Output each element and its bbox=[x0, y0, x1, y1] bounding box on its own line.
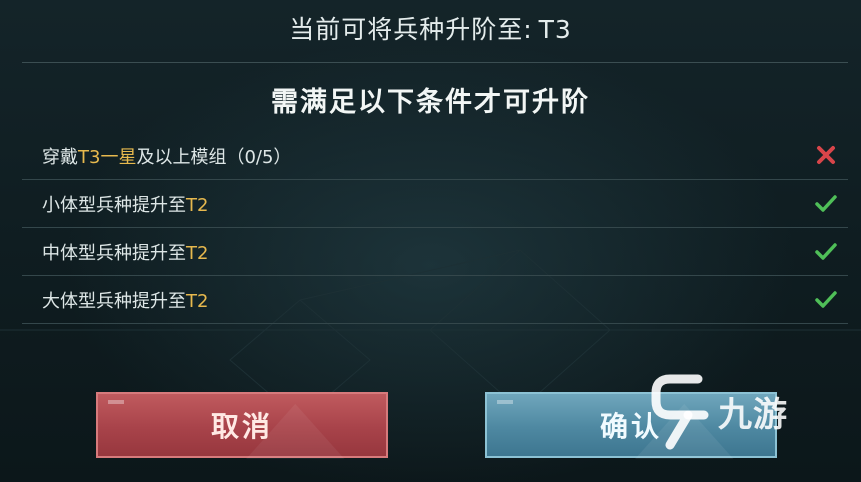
nine-game-logo-icon bbox=[651, 374, 709, 450]
condition-row-medium-unit: 中体型兵种提升至T2 bbox=[22, 228, 848, 276]
check-icon bbox=[815, 243, 837, 260]
condition-highlight: T3一星 bbox=[78, 146, 137, 168]
requirements-heading: 需满足以下条件才可升阶 bbox=[271, 87, 590, 118]
condition-text: 小体型兵种提升至T2 bbox=[22, 191, 208, 217]
condition-text: 中体型兵种提升至T2 bbox=[22, 239, 208, 265]
condition-highlight: T2 bbox=[186, 194, 209, 216]
upgrade-dialog: 当前可将兵种升阶至: T3 需满足以下条件才可升阶 穿戴T3一星及以上模组（0/5… bbox=[0, 0, 861, 482]
condition-highlight: T2 bbox=[186, 242, 209, 264]
condition-row-module: 穿戴T3一星及以上模组（0/5） bbox=[22, 132, 848, 180]
cancel-button-label: 取消 bbox=[210, 410, 273, 443]
watermark-text: 九游 bbox=[718, 394, 788, 435]
check-icon bbox=[815, 195, 837, 212]
check-icon bbox=[815, 291, 837, 308]
cross-icon bbox=[817, 146, 835, 164]
condition-text: 大体型兵种提升至T2 bbox=[22, 287, 208, 313]
condition-row-large-unit: 大体型兵种提升至T2 bbox=[22, 276, 848, 324]
header-title: 当前可将兵种升阶至: T3 bbox=[0, 10, 861, 46]
header-title-text: 当前可将兵种升阶至: bbox=[289, 15, 533, 44]
button-corner-decoration bbox=[497, 400, 513, 404]
condition-highlight: T2 bbox=[186, 290, 209, 312]
button-corner-decoration bbox=[108, 400, 124, 404]
condition-row-small-unit: 小体型兵种提升至T2 bbox=[22, 180, 848, 228]
condition-list: 穿戴T3一星及以上模组（0/5） 小体型兵种提升至T2 中体型兵种提升至T2 大… bbox=[22, 132, 848, 324]
condition-prefix: 大体型兵种提升至 bbox=[42, 290, 186, 312]
header-divider bbox=[22, 62, 848, 63]
condition-prefix: 小体型兵种提升至 bbox=[42, 194, 186, 216]
watermark: 九游 bbox=[648, 366, 848, 456]
condition-prefix: 穿戴 bbox=[42, 146, 78, 168]
condition-suffix: 及以上模组（0/5） bbox=[136, 146, 292, 168]
header-target-tier: T3 bbox=[538, 15, 572, 44]
condition-prefix: 中体型兵种提升至 bbox=[42, 242, 186, 264]
cancel-button[interactable]: 取消 bbox=[96, 392, 388, 460]
condition-text: 穿戴T3一星及以上模组（0/5） bbox=[22, 143, 291, 169]
